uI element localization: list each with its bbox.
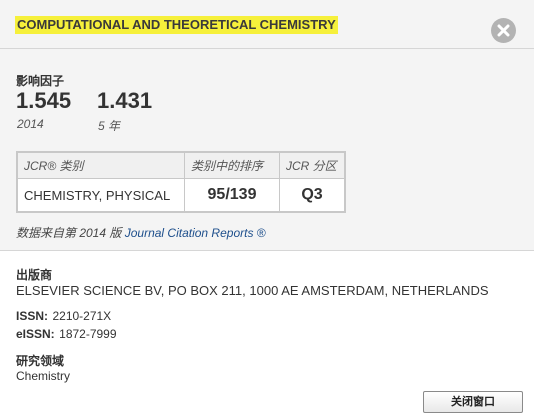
impact-factor-2014-label: 2014 <box>17 117 44 131</box>
data-source-prefix: 数据来自第 2014 版 <box>16 226 122 240</box>
issn-label: ISSN: <box>16 309 49 323</box>
jcr-table-header-row: JCR® 类别 类别中的排序 JCR 分区 <box>16 151 346 179</box>
jcr-category-header: JCR® 类别 <box>16 151 185 179</box>
publisher-value: ELSEVIER SCIENCE BV, PO BOX 211, 1000 AE… <box>16 283 489 298</box>
journal-title: COMPUTATIONAL AND THEORETICAL CHEMISTRY <box>15 16 338 34</box>
research-area-label: 研究领域 <box>16 354 65 368</box>
jcr-quartile-header: JCR 分区 <box>279 151 346 179</box>
publisher-label: 出版商 <box>16 268 53 282</box>
publisher-section: 出版商 ELSEVIER SCIENCE BV, PO BOX 211, 100… <box>16 266 489 298</box>
dialog-header: COMPUTATIONAL AND THEORETICAL CHEMISTRY <box>0 0 534 49</box>
eissn-value: 1872-7999 <box>59 327 117 341</box>
jcr-rank-cell: 95/139 <box>184 178 280 213</box>
close-window-button[interactable]: 关闭窗口 <box>423 391 523 413</box>
table-row: CHEMISTRY, PHYSICAL 95/139 Q3 <box>16 178 346 213</box>
jcr-link[interactable]: Journal Citation Reports ® <box>125 226 266 240</box>
eissn-label: eISSN: <box>16 327 55 341</box>
jcr-category-cell: CHEMISTRY, PHYSICAL <box>16 178 185 213</box>
issn-section: ISSN: 2210-271X eISSN: 1872-7999 <box>16 307 117 343</box>
jcr-quartile-cell: Q3 <box>279 178 346 213</box>
impact-factor-2014-value: 1.545 <box>16 88 72 113</box>
issn-value: 2210-271X <box>52 309 112 323</box>
jcr-table: JCR® 类别 类别中的排序 JCR 分区 CHEMISTRY, PHYSICA… <box>16 151 346 213</box>
jcr-rank-header: 类别中的排序 <box>184 151 280 179</box>
research-area-value: Chemistry <box>16 369 71 383</box>
impact-factor-5yr-label: 5 年 <box>98 119 121 133</box>
research-area-section: 研究领域 Chemistry <box>16 352 70 383</box>
impact-factor-label: 影响因子 <box>16 74 65 88</box>
data-source: 数据来自第 2014 版 Journal Citation Reports ® <box>16 224 266 241</box>
close-icon[interactable] <box>491 18 516 43</box>
impact-factor-5yr-value: 1.431 <box>97 88 153 113</box>
impact-factor-panel: 影响因子 1.545 2014 1.431 5 年 JCR® 类别 类别中的排序… <box>0 49 534 251</box>
